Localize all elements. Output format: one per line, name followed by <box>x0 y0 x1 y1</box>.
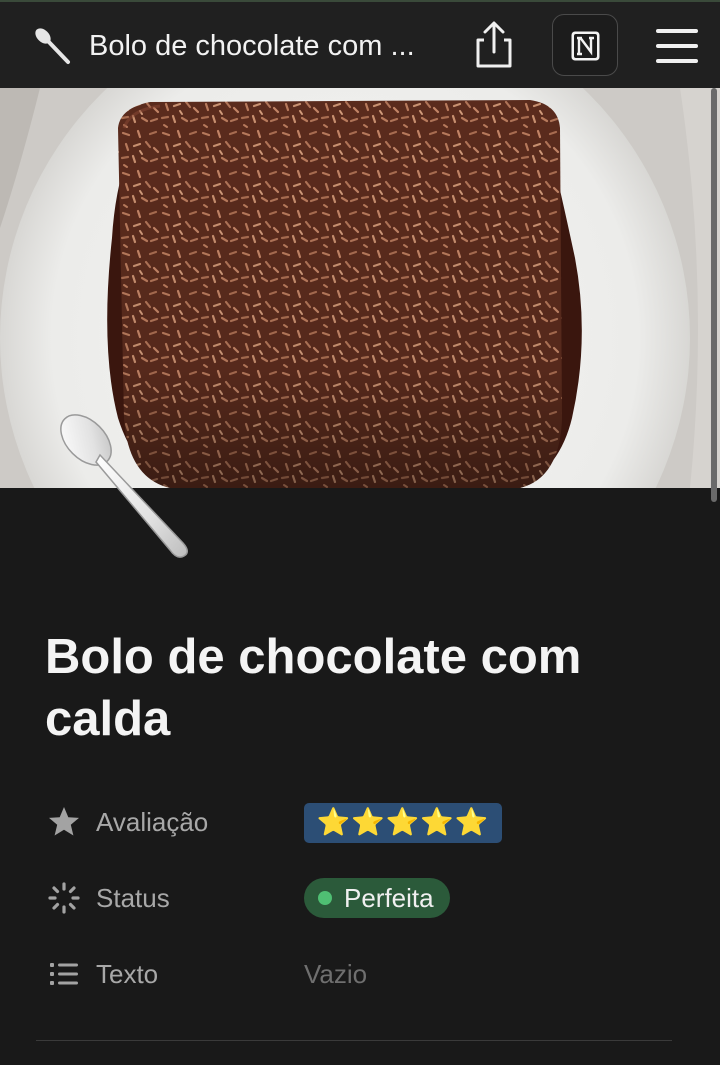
property-row-status[interactable]: Status Perfeita <box>45 873 685 923</box>
empty-placeholder[interactable]: Vazio <box>304 958 367 990</box>
status-text: Perfeita <box>344 883 434 913</box>
property-label: Avaliação <box>96 807 209 837</box>
property-label: Texto <box>96 959 159 989</box>
spoon-icon[interactable] <box>48 400 208 565</box>
property-row-rating[interactable]: Avaliação ⭐⭐⭐⭐⭐ <box>45 797 685 847</box>
header-title[interactable]: Bolo de chocolate com ... <box>89 28 439 64</box>
hamburger-menu-icon[interactable] <box>652 24 704 68</box>
status-badge[interactable]: Perfeita <box>304 878 450 918</box>
notion-logo-icon[interactable] <box>552 14 618 76</box>
spoon-icon[interactable] <box>30 24 74 68</box>
status-icon <box>47 881 81 915</box>
scrollbar[interactable] <box>711 88 717 502</box>
star-icon <box>47 805 81 839</box>
status-dot <box>318 891 332 905</box>
page-title[interactable]: Bolo de chocolate com calda <box>45 626 685 750</box>
list-icon <box>47 957 81 991</box>
page: Bolo de chocolate com ... Bolo de chocol… <box>0 0 720 1065</box>
top-bar: Bolo de chocolate com ... <box>0 0 720 88</box>
property-row-text[interactable]: Texto Vazio <box>45 949 685 999</box>
property-label: Status <box>96 883 170 913</box>
share-icon[interactable] <box>470 20 518 70</box>
divider <box>36 1040 672 1041</box>
rating-stars[interactable]: ⭐⭐⭐⭐⭐ <box>304 803 502 843</box>
